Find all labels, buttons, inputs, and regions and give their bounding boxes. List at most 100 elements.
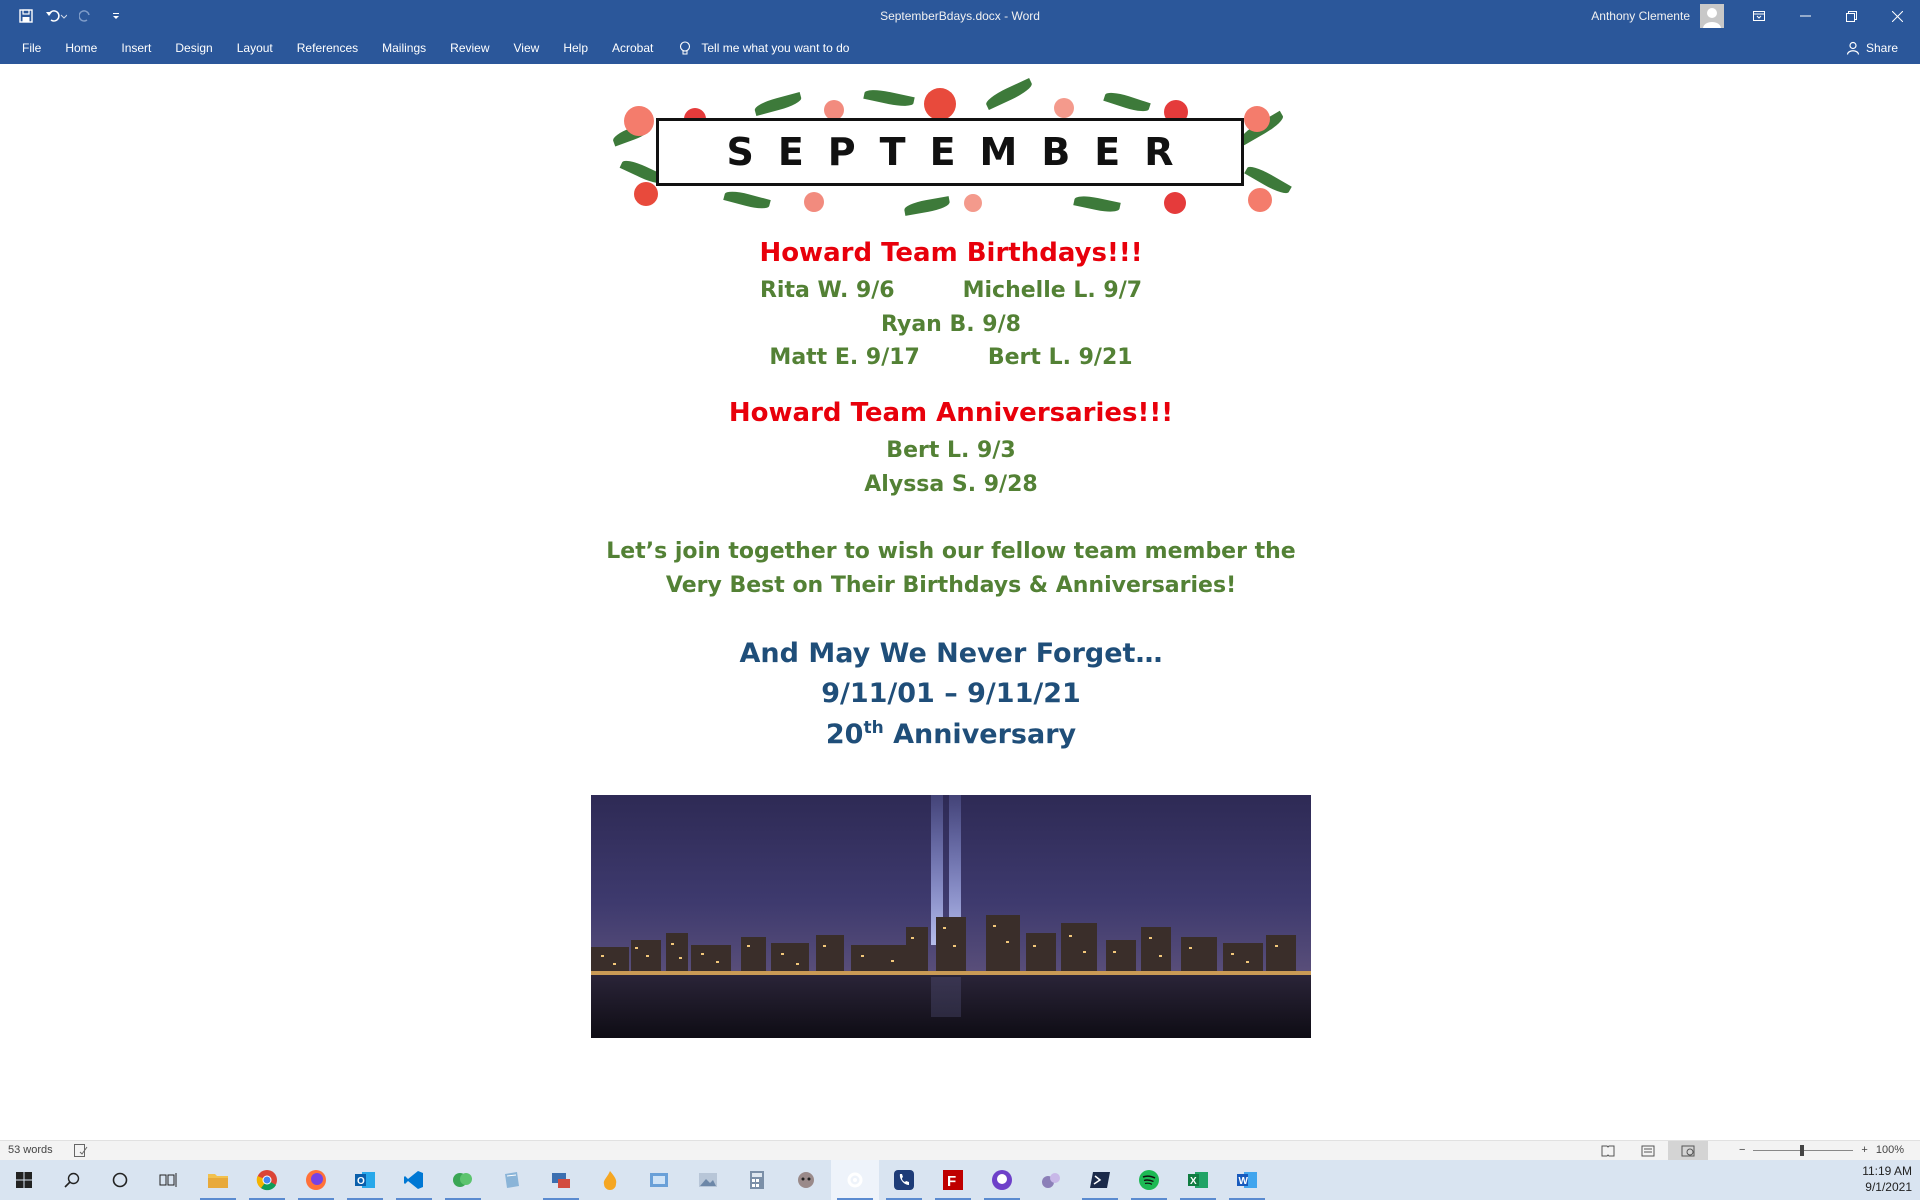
window-controls: [1736, 0, 1920, 32]
view-switcher: [1588, 1141, 1708, 1161]
phone-app-icon[interactable]: [880, 1160, 928, 1200]
memorial-superscript: th: [863, 718, 884, 738]
document-canvas[interactable]: SEPTEMBER Howard Team Birthdays!!! Rita …: [0, 64, 1920, 1140]
tab-help[interactable]: Help: [551, 32, 600, 64]
word-count[interactable]: 53 words: [8, 1144, 53, 1156]
outlook-icon[interactable]: O: [341, 1160, 389, 1200]
word-icon[interactable]: W: [1223, 1160, 1271, 1200]
birthdays-row-1: Rita W. 9/6 Michelle L. 9/7: [0, 278, 1902, 303]
proofing-icon[interactable]: [74, 1144, 88, 1157]
tab-acrobat[interactable]: Acrobat: [600, 32, 665, 64]
account[interactable]: Anthony Clemente: [1591, 0, 1724, 32]
tab-file[interactable]: File: [10, 32, 53, 64]
file-explorer-icon[interactable]: [194, 1160, 242, 1200]
anniversary-entry: Bert L. 9/3: [886, 438, 1016, 463]
tab-insert[interactable]: Insert: [109, 32, 163, 64]
tab-design[interactable]: Design: [163, 32, 224, 64]
excel-icon[interactable]: X: [1174, 1160, 1222, 1200]
media-app-icon[interactable]: [1027, 1160, 1075, 1200]
tab-view[interactable]: View: [502, 32, 552, 64]
banner-text: SEPTEMBER: [726, 130, 1198, 174]
taskbar: O F X W 11:19 AM 9/1/2021: [0, 1160, 1920, 1200]
zoom-slider[interactable]: [1753, 1144, 1854, 1156]
ribbon-display-options-icon[interactable]: [1736, 0, 1782, 32]
task-view-icon[interactable]: [144, 1160, 192, 1200]
title-bar: SeptemberBdays.docx - Word Anthony Cleme…: [0, 0, 1920, 32]
cortana-icon[interactable]: [96, 1160, 144, 1200]
ribbon-tabs: File Home Insert Design Layout Reference…: [0, 32, 1920, 64]
memorial-line-3: 20th Anniversary: [0, 718, 1902, 750]
powershell-icon[interactable]: [1076, 1160, 1124, 1200]
banner-frame: SEPTEMBER: [656, 118, 1244, 186]
tell-me-label: Tell me what you want to do: [701, 41, 850, 55]
filezilla-icon[interactable]: F: [929, 1160, 977, 1200]
memorial-line-2: 9/11/01 – 9/11/21: [821, 678, 1081, 709]
lightbulb-icon: [680, 40, 691, 54]
tell-me-search[interactable]: Tell me what you want to do: [679, 40, 850, 56]
tab-mailings[interactable]: Mailings: [370, 32, 438, 64]
share-button[interactable]: Share: [1846, 32, 1898, 64]
chrome-icon[interactable]: [243, 1160, 291, 1200]
read-mode-icon[interactable]: [1588, 1141, 1628, 1161]
firefox-icon[interactable]: [292, 1160, 340, 1200]
message-line-1: Let’s join together to wish our fellow t…: [606, 539, 1296, 564]
tab-layout[interactable]: Layout: [225, 32, 285, 64]
tribute-in-light-photo: [591, 795, 1311, 1038]
birthdays-heading: Howard Team Birthdays!!!: [759, 238, 1143, 268]
zoom-out-icon[interactable]: −: [1739, 1144, 1745, 1156]
tab-references[interactable]: References: [285, 32, 370, 64]
redo-icon[interactable]: [74, 4, 98, 28]
svg-text:X: X: [1190, 1176, 1197, 1187]
clock-time: 11:19 AM: [1862, 1164, 1912, 1178]
print-layout-icon[interactable]: [1628, 1141, 1668, 1161]
svg-text:O: O: [357, 1176, 365, 1187]
birthday-entry: Matt E. 9/17: [769, 345, 920, 370]
birthday-entry: Bert L. 9/21: [987, 345, 1133, 370]
search-icon[interactable]: [48, 1160, 96, 1200]
network-app-icon[interactable]: [635, 1160, 683, 1200]
vscode-icon[interactable]: [390, 1160, 438, 1200]
undo-icon[interactable]: [44, 4, 68, 28]
avatar[interactable]: [1700, 4, 1724, 28]
anniversaries-heading: Howard Team Anniversaries!!!: [728, 398, 1174, 428]
settings-gear-icon[interactable]: [831, 1160, 879, 1200]
memorial-number: 20: [825, 719, 864, 750]
image-app-icon[interactable]: [684, 1160, 732, 1200]
account-name: Anthony Clemente: [1591, 9, 1690, 23]
minimize-icon[interactable]: [1782, 0, 1828, 32]
notes-app-icon[interactable]: [488, 1160, 536, 1200]
birthday-entry: Ryan B. 9/8: [881, 312, 1021, 337]
svg-text:F: F: [947, 1173, 956, 1190]
svg-text:W: W: [1239, 1176, 1249, 1187]
save-icon[interactable]: [14, 4, 38, 28]
web-layout-icon[interactable]: [1668, 1141, 1708, 1161]
close-icon[interactable]: [1874, 0, 1920, 32]
bulldog-app-icon[interactable]: [782, 1160, 830, 1200]
zoom-level[interactable]: 100%: [1876, 1144, 1904, 1156]
remote-app-icon[interactable]: [537, 1160, 585, 1200]
restore-icon[interactable]: [1828, 0, 1874, 32]
birthday-entry: Michelle L. 9/7: [962, 278, 1143, 303]
birthday-entry: Rita W. 9/6: [759, 278, 895, 303]
person-icon: [1846, 41, 1860, 55]
status-bar: 53 words − + 100%: [0, 1140, 1920, 1161]
flame-app-icon[interactable]: [586, 1160, 634, 1200]
green-app-icon[interactable]: [439, 1160, 487, 1200]
system-clock[interactable]: 11:19 AM 9/1/2021: [1862, 1163, 1912, 1195]
quick-access-toolbar: [14, 0, 128, 32]
tab-review[interactable]: Review: [438, 32, 501, 64]
birthdays-row-3: Matt E. 9/17 Bert L. 9/21: [0, 345, 1902, 370]
spotify-icon[interactable]: [1125, 1160, 1173, 1200]
calculator-icon[interactable]: [733, 1160, 781, 1200]
zoom-control: − + 100%: [1739, 1144, 1904, 1156]
zoom-in-icon[interactable]: +: [1861, 1144, 1867, 1156]
share-label: Share: [1865, 41, 1898, 55]
anniversary-entry: Alyssa S. 9/28: [864, 472, 1038, 497]
windows-start-icon[interactable]: [0, 1160, 48, 1200]
github-desktop-icon[interactable]: [978, 1160, 1026, 1200]
clock-date: 9/1/2021: [1865, 1180, 1912, 1194]
tab-home[interactable]: Home: [53, 32, 109, 64]
customize-qat-icon[interactable]: [104, 4, 128, 28]
memorial-word: Anniversary: [893, 719, 1077, 750]
september-banner-image: SEPTEMBER: [604, 77, 1298, 222]
